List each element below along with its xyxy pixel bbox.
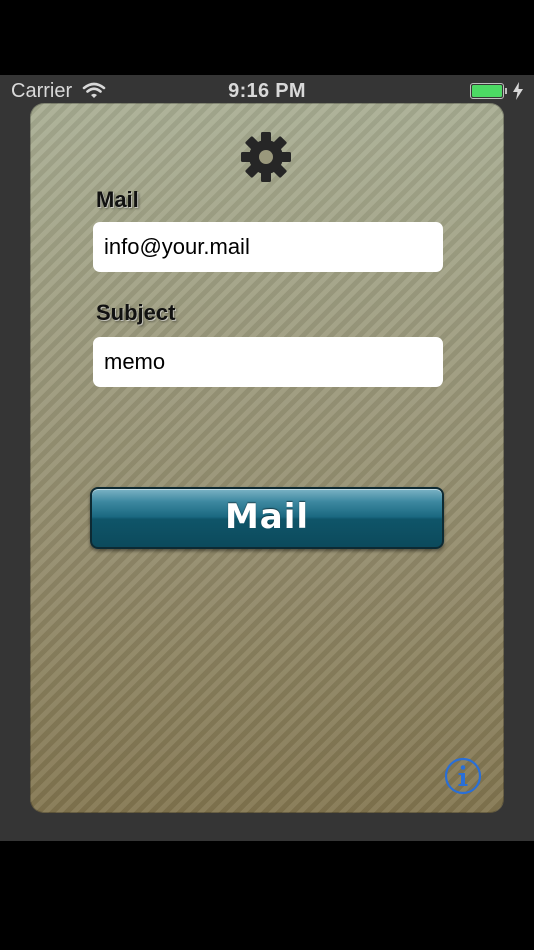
info-icon[interactable]: [444, 757, 482, 795]
subject-label: Subject: [96, 300, 176, 325]
gear-icon[interactable]: [240, 131, 292, 183]
mail-button-label: Mail: [224, 497, 310, 537]
settings-card: Mail Subject Mail: [30, 103, 504, 813]
app-window: Carrier 9:16 PM Mail info@your.mail Subj…: [0, 75, 534, 841]
battery-icon: [470, 83, 507, 99]
subject-input[interactable]: [93, 337, 443, 387]
mail-label: Mail: [96, 187, 139, 212]
charging-bolt-icon: [513, 82, 523, 100]
screen: Carrier 9:16 PM Mail info@your.mail Subj…: [0, 0, 534, 950]
mail-button[interactable]: Mail: [90, 487, 444, 549]
status-time: 9:16 PM: [228, 80, 306, 102]
mail-input[interactable]: [93, 222, 443, 272]
